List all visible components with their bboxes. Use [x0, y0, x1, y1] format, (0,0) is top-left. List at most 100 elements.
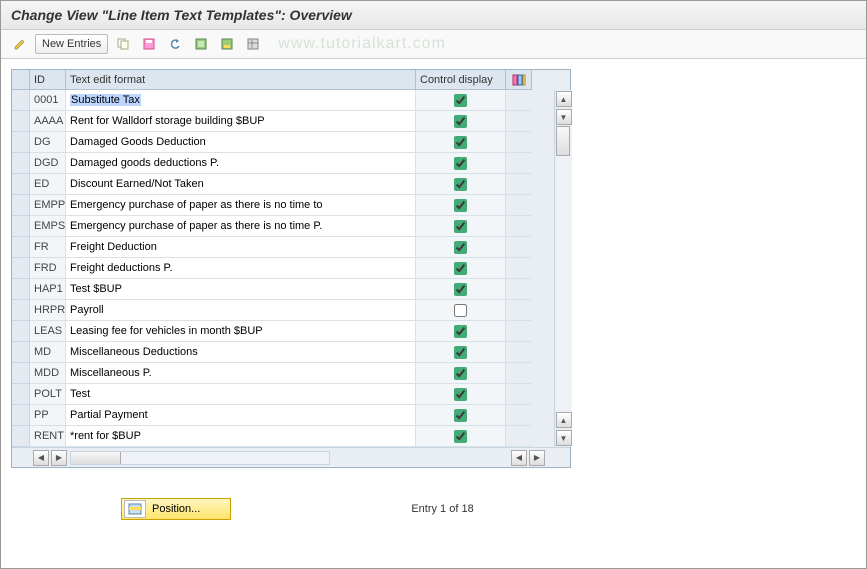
- cell-text[interactable]: *rent for $BUP: [66, 426, 416, 447]
- cell-id[interactable]: RENT: [30, 426, 66, 447]
- cell-text[interactable]: Substitute Tax: [66, 90, 416, 111]
- cell-text[interactable]: Damaged goods deductions P.: [66, 153, 416, 174]
- cell-id[interactable]: MDD: [30, 363, 66, 384]
- row-gutter: [506, 300, 532, 321]
- control-display-checkbox[interactable]: [454, 115, 467, 128]
- control-display-checkbox[interactable]: [454, 325, 467, 338]
- hscroll-right-end-icon[interactable]: ▶: [529, 450, 545, 466]
- cell-text[interactable]: Damaged Goods Deduction: [66, 132, 416, 153]
- control-display-checkbox[interactable]: [454, 346, 467, 359]
- control-display-checkbox[interactable]: [454, 304, 467, 317]
- cell-text[interactable]: Rent for Walldorf storage building $BUP: [66, 111, 416, 132]
- cell-text[interactable]: Miscellaneous P.: [66, 363, 416, 384]
- cell-id[interactable]: ED: [30, 174, 66, 195]
- cell-text[interactable]: Test $BUP: [66, 279, 416, 300]
- scroll-up-step-icon[interactable]: ▲: [556, 412, 572, 428]
- row-selector[interactable]: [12, 279, 30, 300]
- row-selector[interactable]: [12, 300, 30, 321]
- row-gutter: [506, 384, 532, 405]
- cell-text[interactable]: Freight deductions P.: [66, 258, 416, 279]
- vscroll-track[interactable]: [556, 126, 572, 411]
- cell-id[interactable]: MD: [30, 342, 66, 363]
- vscroll-thumb[interactable]: [556, 126, 570, 156]
- col-header-ctrl[interactable]: Control display: [416, 70, 506, 90]
- control-display-checkbox[interactable]: [454, 409, 467, 422]
- control-display-checkbox[interactable]: [454, 157, 467, 170]
- vertical-scrollbar[interactable]: ▲ ▼ ▲ ▼: [554, 90, 572, 447]
- change-icon[interactable]: [9, 34, 31, 54]
- cell-text[interactable]: Miscellaneous Deductions: [66, 342, 416, 363]
- row-selector[interactable]: [12, 90, 30, 111]
- position-label: Position...: [152, 503, 200, 515]
- control-display-checkbox[interactable]: [454, 199, 467, 212]
- cell-text[interactable]: Test: [66, 384, 416, 405]
- cell-text[interactable]: Emergency purchase of paper as there is …: [66, 195, 416, 216]
- cell-text[interactable]: Leasing fee for vehicles in month $BUP: [66, 321, 416, 342]
- cell-id[interactable]: LEAS: [30, 321, 66, 342]
- control-display-checkbox[interactable]: [454, 388, 467, 401]
- cell-text[interactable]: Partial Payment: [66, 405, 416, 426]
- cell-text[interactable]: Discount Earned/Not Taken: [66, 174, 416, 195]
- cell-control-display: [416, 363, 506, 384]
- row-selector[interactable]: [12, 237, 30, 258]
- cell-id[interactable]: POLT: [30, 384, 66, 405]
- cell-control-display: [416, 216, 506, 237]
- row-selector[interactable]: [12, 216, 30, 237]
- control-display-checkbox[interactable]: [454, 94, 467, 107]
- cell-id[interactable]: HAP1: [30, 279, 66, 300]
- row-selector[interactable]: [12, 363, 30, 384]
- control-display-checkbox[interactable]: [454, 136, 467, 149]
- cell-id[interactable]: 0001: [30, 90, 66, 111]
- hscroll-track[interactable]: [70, 451, 330, 465]
- row-selector[interactable]: [12, 132, 30, 153]
- select-all-icon[interactable]: [190, 34, 212, 54]
- control-display-checkbox[interactable]: [454, 430, 467, 443]
- control-display-checkbox[interactable]: [454, 178, 467, 191]
- control-display-checkbox[interactable]: [454, 283, 467, 296]
- row-selector[interactable]: [12, 258, 30, 279]
- row-selector-header[interactable]: [12, 70, 30, 90]
- control-display-checkbox[interactable]: [454, 241, 467, 254]
- hscroll-left-end-icon[interactable]: ◀: [511, 450, 527, 466]
- row-selector[interactable]: [12, 405, 30, 426]
- table-config-icon[interactable]: [506, 70, 532, 90]
- cell-id[interactable]: AAAA: [30, 111, 66, 132]
- col-header-id[interactable]: ID: [30, 70, 66, 90]
- control-display-checkbox[interactable]: [454, 262, 467, 275]
- cell-id[interactable]: FR: [30, 237, 66, 258]
- scroll-up-icon[interactable]: ▲: [556, 91, 572, 107]
- save-icon[interactable]: [138, 34, 160, 54]
- cell-id[interactable]: PP: [30, 405, 66, 426]
- scroll-down-icon[interactable]: ▼: [556, 430, 572, 446]
- control-display-checkbox[interactable]: [454, 220, 467, 233]
- row-selector[interactable]: [12, 321, 30, 342]
- row-selector[interactable]: [12, 153, 30, 174]
- deselect-all-icon[interactable]: [216, 34, 238, 54]
- new-entries-button[interactable]: New Entries: [35, 34, 108, 54]
- cell-text[interactable]: Payroll: [66, 300, 416, 321]
- grid-config-icon[interactable]: [242, 34, 264, 54]
- cell-id[interactable]: DGD: [30, 153, 66, 174]
- undo-icon[interactable]: [164, 34, 186, 54]
- col-header-text[interactable]: Text edit format: [66, 70, 416, 90]
- copy-icon[interactable]: [112, 34, 134, 54]
- hscroll-left-icon[interactable]: ◀: [33, 450, 49, 466]
- row-selector[interactable]: [12, 111, 30, 132]
- hscroll-thumb[interactable]: [71, 452, 121, 464]
- cell-id[interactable]: EMPS: [30, 216, 66, 237]
- row-selector[interactable]: [12, 174, 30, 195]
- control-display-checkbox[interactable]: [454, 367, 467, 380]
- cell-id[interactable]: EMPP: [30, 195, 66, 216]
- cell-id[interactable]: DG: [30, 132, 66, 153]
- cell-id[interactable]: HRPR: [30, 300, 66, 321]
- row-selector[interactable]: [12, 195, 30, 216]
- row-selector[interactable]: [12, 384, 30, 405]
- position-button[interactable]: Position...: [121, 498, 231, 520]
- hscroll-right-step-icon[interactable]: ▶: [51, 450, 67, 466]
- cell-id[interactable]: FRD: [30, 258, 66, 279]
- cell-text[interactable]: Freight Deduction: [66, 237, 416, 258]
- scroll-down-step-icon[interactable]: ▼: [556, 109, 572, 125]
- row-selector[interactable]: [12, 342, 30, 363]
- row-selector[interactable]: [12, 426, 30, 447]
- cell-text[interactable]: Emergency purchase of paper as there is …: [66, 216, 416, 237]
